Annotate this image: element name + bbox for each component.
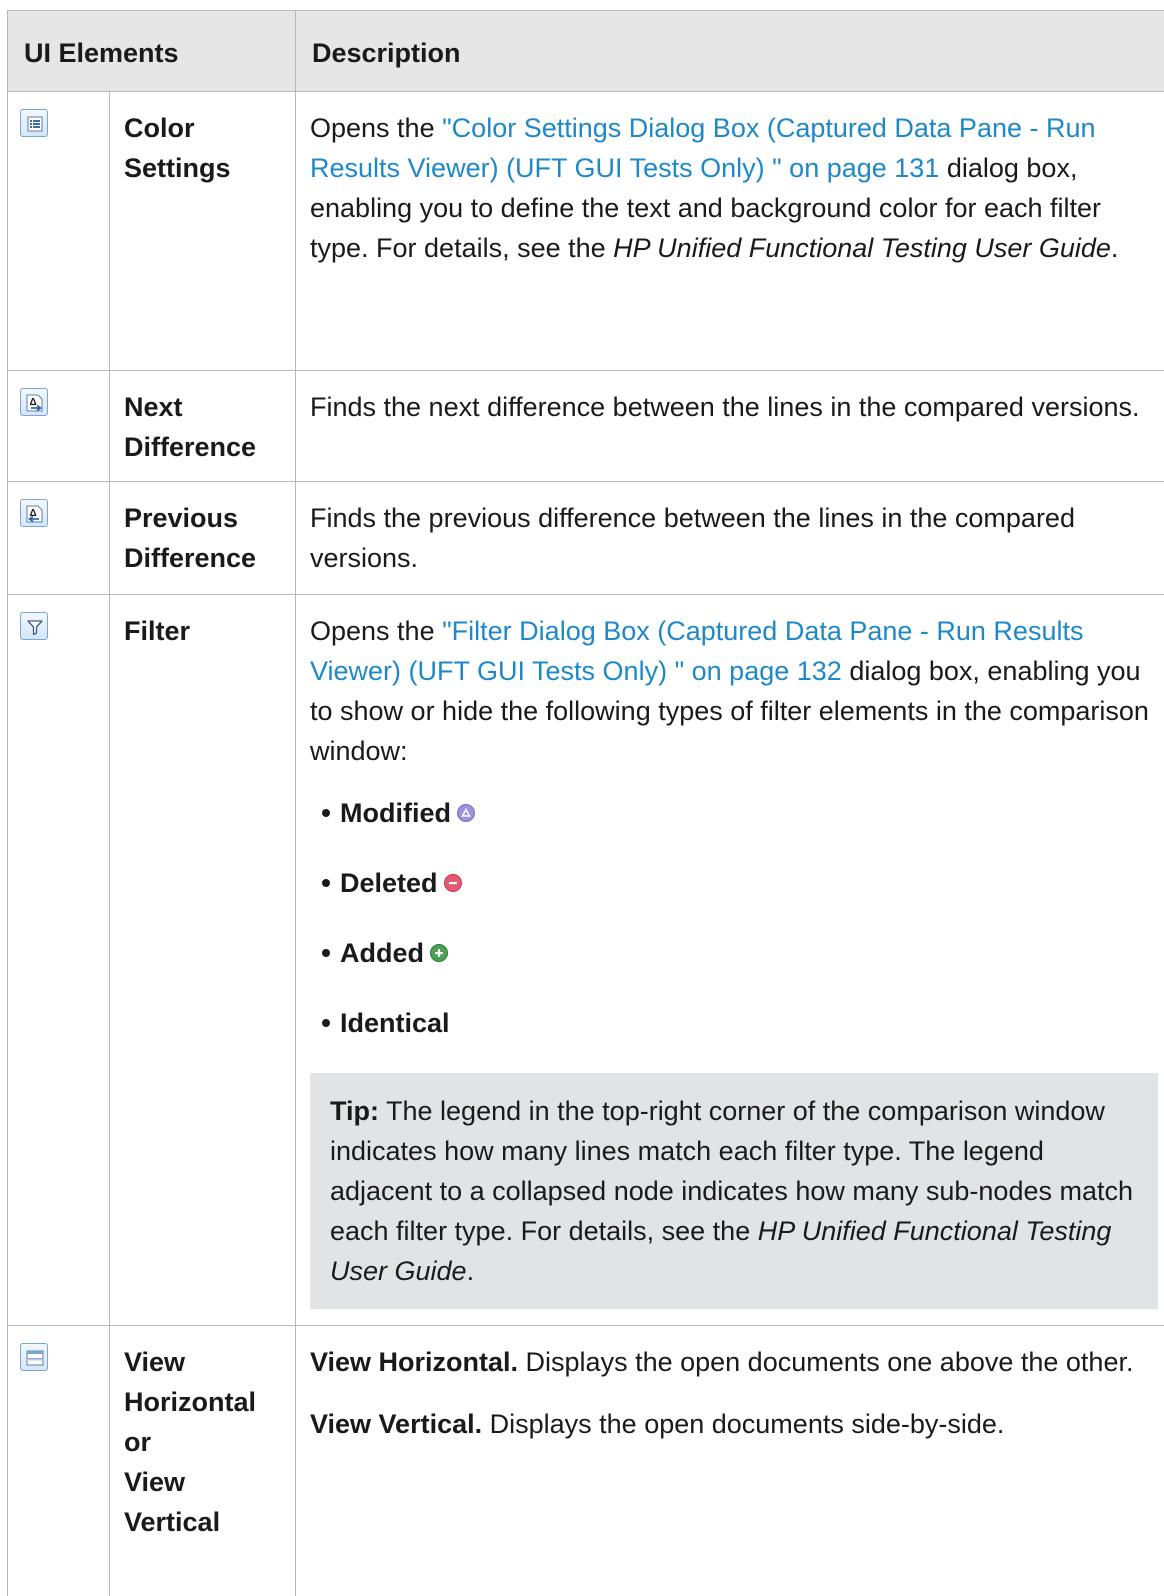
list-item: Deleted [310, 863, 1154, 903]
list-item: Modified [310, 793, 1154, 833]
svg-text:Δ: Δ [30, 397, 37, 408]
table-row-next-difference: Δ Next Difference Finds the next differe… [8, 371, 1164, 482]
table-header-row: UI Elements Description [8, 11, 1164, 92]
list-item: Identical [310, 1003, 1154, 1043]
filter-types-list: Modified Deleted [310, 793, 1154, 1043]
table-row-filter: Filter Opens the "Filter Dialog Box (Cap… [8, 595, 1164, 1326]
element-name-view-horizontal-or-vertical: View Horizontal or View Vertical [110, 1326, 296, 1596]
next-difference-icon: Δ [20, 388, 48, 416]
element-name-filter: Filter [110, 595, 296, 1326]
deleted-icon [444, 874, 462, 892]
table-row-color-settings: Color Settings Opens the "Color Settings… [8, 92, 1164, 371]
guide-title: HP Unified Functional Testing User Guide [613, 233, 1111, 263]
view-horizontal-icon [20, 1343, 48, 1371]
previous-difference-icon: Δ [20, 499, 48, 527]
description-previous-difference: Finds the previous difference between th… [296, 482, 1164, 595]
description-color-settings: Opens the "Color Settings Dialog Box (Ca… [296, 92, 1164, 371]
element-name-color-settings: Color Settings [110, 92, 296, 371]
ui-elements-table: UI Elements Description [7, 10, 1164, 1596]
filter-icon [20, 612, 48, 640]
element-name-previous-difference: Previous Difference [110, 482, 296, 595]
table-row-previous-difference: Δ Previous Difference Finds the previous… [8, 482, 1164, 595]
color-settings-icon [20, 109, 48, 137]
description-next-difference: Finds the next difference between the li… [296, 371, 1164, 482]
tip-note: Tip: The legend in the top-right corner … [310, 1073, 1158, 1309]
header-ui-elements: UI Elements [8, 11, 296, 92]
tip-label: Tip: [330, 1096, 379, 1126]
added-icon [430, 944, 448, 962]
header-description: Description [296, 11, 1164, 92]
list-item: Added [310, 933, 1154, 973]
element-name-next-difference: Next Difference [110, 371, 296, 482]
view-vertical-description: View Vertical. Displays the open documen… [310, 1404, 1154, 1444]
table-row-view-horizontal-vertical: View Horizontal or View Vertical View Ho… [8, 1326, 1164, 1596]
view-horizontal-description: View Horizontal. Displays the open docum… [310, 1342, 1154, 1382]
description-view: View Horizontal. Displays the open docum… [296, 1326, 1164, 1596]
description-filter: Opens the "Filter Dialog Box (Captured D… [296, 595, 1164, 1326]
modified-icon [457, 804, 475, 822]
